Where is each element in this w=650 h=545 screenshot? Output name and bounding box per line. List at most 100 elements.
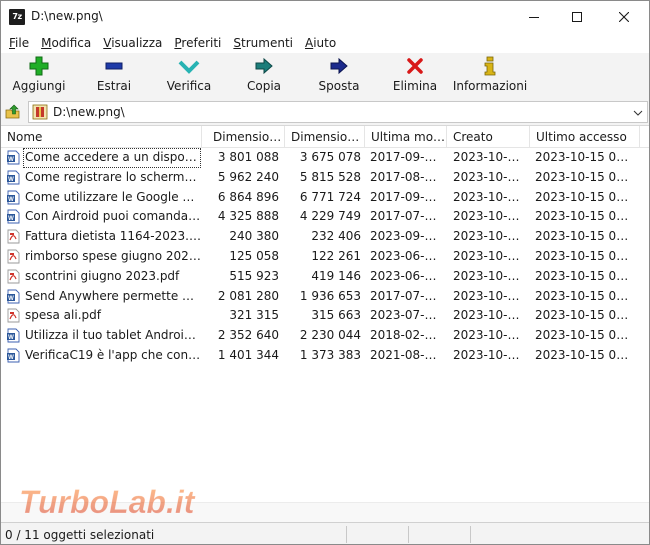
test-icon <box>178 60 200 74</box>
status-divider <box>346 526 347 543</box>
file-name: Utilizza il tuo tablet Android c... <box>23 326 201 346</box>
menu-help[interactable]: Aiuto <box>299 36 342 50</box>
file-name: scontrini giugno 2023.pdf <box>23 267 201 287</box>
app-window: 7z D:\new.png\ File Modifica Visualizza … <box>0 0 650 545</box>
file-size: 2 352 640 <box>217 328 279 343</box>
window-title: D:\new.png\ <box>31 9 103 23</box>
file-row[interactable]: rimborso spese giugno 2023.p... 125 058 12… <box>1 247 649 267</box>
file-accessed: 2023-10-15 05:13 <box>535 308 635 323</box>
svg-text:W: W <box>8 216 14 222</box>
status-divider <box>408 526 409 543</box>
address-field[interactable]: D:\new.png\ <box>28 101 648 123</box>
word-file-icon: W <box>6 190 21 205</box>
extract-button[interactable]: Estrai <box>91 56 137 98</box>
toolbar: Aggiungi Estrai Verifica Copia Sposta El… <box>1 53 649 99</box>
file-row[interactable]: W Con Airdroid puoi comandare... 4 325 888… <box>1 207 649 227</box>
move-icon <box>330 57 348 75</box>
column-name[interactable]: Nome <box>1 126 202 148</box>
file-packed-size: 6 771 724 <box>299 189 361 204</box>
file-name-text: spesa ali.pdf <box>25 308 101 323</box>
address-dropdown-button[interactable] <box>631 106 645 120</box>
file-row[interactable]: spesa ali.pdf 321 315 315 663 2023-07-15...… <box>1 306 649 326</box>
address-bar: D:\new.png\ <box>1 100 649 124</box>
file-name: VerificaC19 è l'app che control... <box>23 346 201 366</box>
file-size: 2 081 280 <box>217 288 279 303</box>
file-name-text: Con Airdroid puoi comandare... <box>25 209 201 224</box>
info-label: Informazioni <box>452 79 528 93</box>
file-row[interactable]: scontrini giugno 2023.pdf 515 923 419 146 2… <box>1 267 649 287</box>
move-button[interactable]: Sposta <box>316 56 362 98</box>
file-accessed: 2023-10-15 05:13 <box>535 169 635 184</box>
svg-text:W: W <box>8 335 14 341</box>
status-divider <box>470 526 471 543</box>
file-modified: 2021-08-08... <box>370 347 442 362</box>
svg-text:W: W <box>8 157 14 163</box>
file-created: 2023-10-15... <box>453 328 525 343</box>
file-created: 2023-10-15... <box>453 347 525 362</box>
file-name: Come accedere a un dispositi... <box>23 148 201 168</box>
menu-file[interactable]: File <box>3 36 35 50</box>
file-row[interactable]: W Come utilizzare le Google Ma... 6 864 89… <box>1 188 649 208</box>
column-modified[interactable]: Ultima mod... <box>365 126 447 148</box>
add-icon <box>29 56 49 76</box>
file-accessed: 2023-10-15 05:13 <box>535 347 635 362</box>
file-created: 2023-10-15... <box>453 189 525 204</box>
selection-status: 0 / 11 oggetti selezionati <box>5 528 155 542</box>
file-created: 2023-10-15... <box>453 150 525 164</box>
file-size: 5 962 240 <box>217 169 279 184</box>
column-created[interactable]: Creato <box>447 126 530 148</box>
menu-view[interactable]: Visualizza <box>97 36 168 50</box>
delete-button[interactable]: Elimina <box>392 56 438 98</box>
test-button[interactable]: Verifica <box>163 56 215 98</box>
file-row[interactable]: Fattura dietista 1164-2023.pdf 240 380 232… <box>1 227 649 247</box>
file-row[interactable]: W VerificaC19 è l'app che control... 1 401… <box>1 346 649 366</box>
file-row[interactable]: W Utilizza il tuo tablet Android c... 2 35… <box>1 326 649 346</box>
title-bar[interactable]: 7z D:\new.png\ <box>1 1 649 32</box>
file-modified: 2017-07-26... <box>370 288 442 303</box>
file-row[interactable]: W Come accedere a un dispositi... 3 801 08… <box>1 148 649 168</box>
file-name-text: Come registrare lo schermo d... <box>25 169 201 184</box>
file-created: 2023-10-15... <box>453 308 525 323</box>
status-bar: 0 / 11 oggetti selezionati <box>1 522 649 544</box>
column-packed-size[interactable]: Dimensione... <box>285 126 365 148</box>
word-file-icon: W <box>6 170 21 185</box>
add-button[interactable]: Aggiungi <box>11 56 67 98</box>
address-path: D:\new.png\ <box>53 105 125 119</box>
menu-edit[interactable]: Modifica <box>35 36 97 50</box>
file-created: 2023-10-15... <box>453 229 525 244</box>
file-accessed: 2023-10-15 05:13 <box>535 288 635 303</box>
info-button[interactable]: Informazioni <box>452 56 528 98</box>
close-button[interactable] <box>601 1 647 32</box>
copy-icon <box>255 57 273 75</box>
file-rows: W Come accedere a un dispositi... 3 801 08… <box>1 148 649 366</box>
maximize-icon <box>572 11 582 22</box>
file-packed-size: 5 815 528 <box>299 169 361 184</box>
file-accessed: 2023-10-15 05:13 <box>535 150 635 164</box>
file-size: 3 801 088 <box>217 150 279 164</box>
file-modified: 2023-07-15... <box>370 308 442 323</box>
chevron-down-icon <box>633 110 643 116</box>
minimize-button[interactable] <box>511 1 557 32</box>
file-row[interactable]: W Come registrare lo schermo d... 5 962 24… <box>1 168 649 188</box>
maximize-button[interactable] <box>554 1 600 32</box>
column-size[interactable]: Dimensione <box>207 126 285 148</box>
menu-tools[interactable]: Strumenti <box>227 36 299 50</box>
watermark-logo: TurboLab.it <box>17 479 247 523</box>
file-list[interactable]: Nome Dimensione Dimensione... Ultima mod… <box>1 125 649 521</box>
menu-bar: File Modifica Visualizza Preferiti Strum… <box>1 32 649 53</box>
file-packed-size: 3 675 078 <box>299 150 361 164</box>
file-name: rimborso spese giugno 2023.p... <box>23 247 201 267</box>
svg-text:W: W <box>8 177 14 183</box>
copy-button[interactable]: Copia <box>241 56 287 98</box>
column-accessed[interactable]: Ultimo accesso <box>530 126 640 148</box>
test-label: Verifica <box>166 79 212 93</box>
file-modified: 2017-09-18... <box>370 189 442 204</box>
file-name-text: Come utilizzare le Google Ma... <box>25 189 201 204</box>
up-folder-button[interactable] <box>4 103 22 121</box>
file-size: 6 864 896 <box>217 189 279 204</box>
file-row[interactable]: W Send Anywhere permette di in... 2 081 28… <box>1 287 649 307</box>
menu-favorites[interactable]: Preferiti <box>168 36 227 50</box>
svg-text:W: W <box>8 197 14 203</box>
delete-icon <box>407 58 423 74</box>
file-name: Send Anywhere permette di in... <box>23 287 201 307</box>
